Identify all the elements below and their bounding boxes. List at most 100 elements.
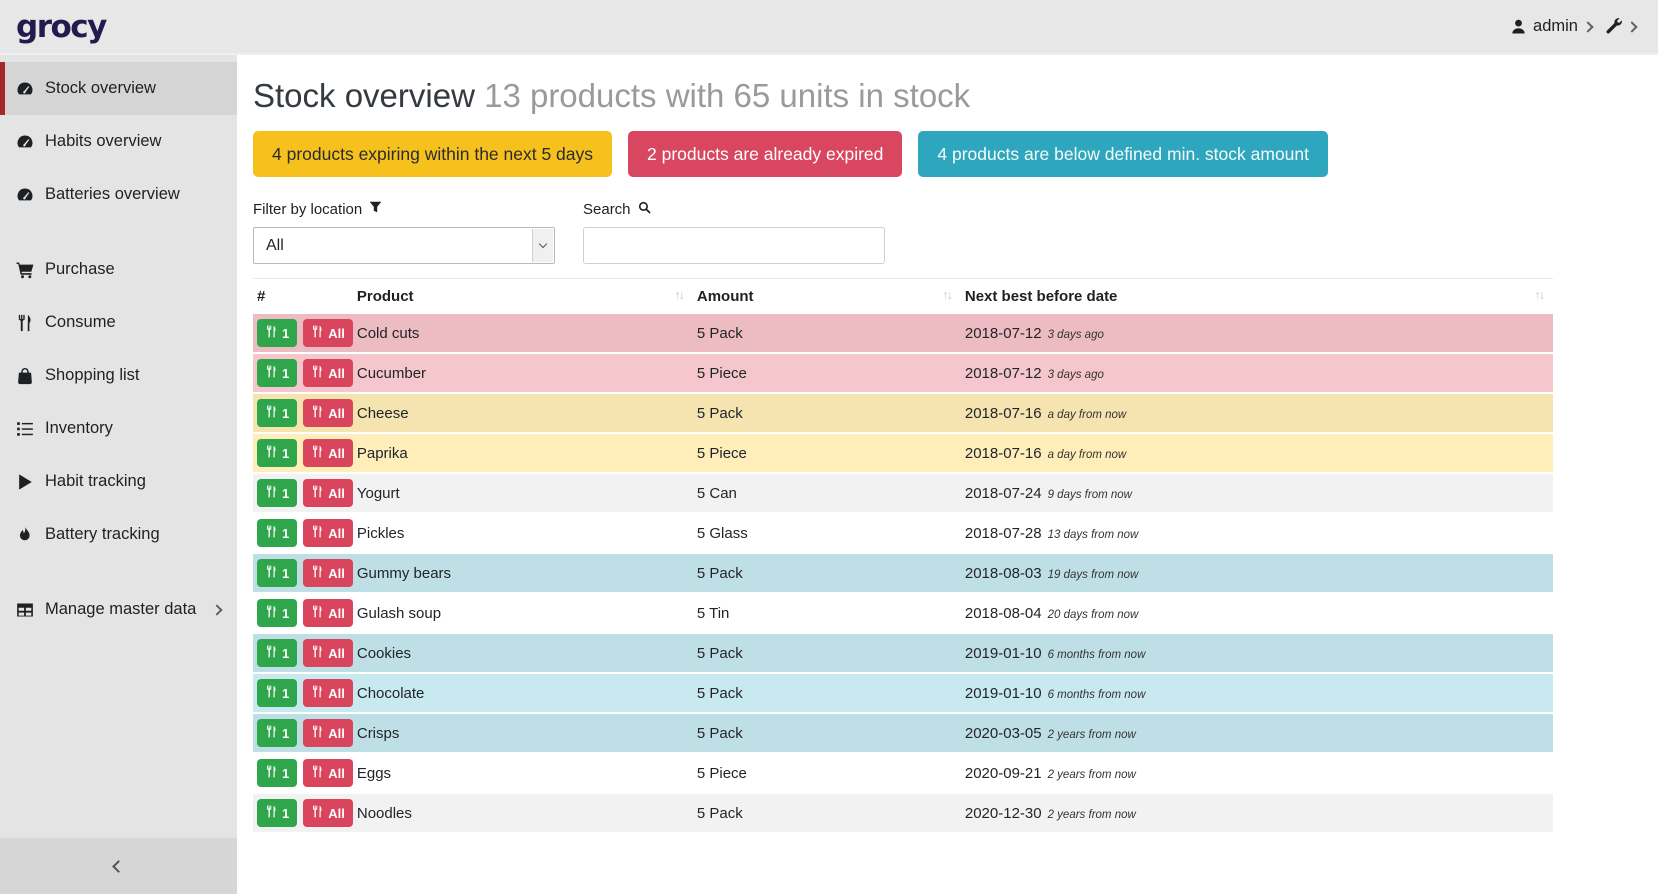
sidebar-group-gap bbox=[0, 221, 237, 243]
sidebar-item-label: Purchase bbox=[45, 260, 221, 279]
sort-icon[interactable]: ↑↓ bbox=[942, 288, 951, 302]
consume-one-button[interactable]: 1 bbox=[257, 439, 297, 467]
best-before-date: 2018-07-28 bbox=[965, 525, 1042, 542]
search-label: Search bbox=[583, 201, 885, 218]
best-before-cell: 2019-01-106 months from now bbox=[961, 633, 1553, 673]
best-before-cell: 2018-07-249 days from now bbox=[961, 473, 1553, 513]
cart-icon bbox=[16, 261, 35, 279]
consume-all-button[interactable]: All bbox=[303, 599, 353, 627]
alert-chip[interactable]: 4 products are below defined min. stock … bbox=[918, 131, 1328, 177]
consume-buttons-cell: 1 All bbox=[253, 633, 353, 673]
column-header-index[interactable]: # bbox=[253, 279, 353, 315]
sidebar-item-inventory[interactable]: Inventory bbox=[0, 402, 237, 455]
sort-icon[interactable]: ↑↓ bbox=[674, 288, 683, 302]
consume-one-button[interactable]: 1 bbox=[257, 599, 297, 627]
consume-all-button[interactable]: All bbox=[303, 799, 353, 827]
sidebar-item-purchase[interactable]: Purchase bbox=[0, 243, 237, 296]
search-input[interactable] bbox=[583, 227, 885, 264]
consume-all-button[interactable]: All bbox=[303, 519, 353, 547]
bag-icon bbox=[16, 367, 35, 385]
consume-all-button[interactable]: All bbox=[303, 719, 353, 747]
sidebar-item-consume[interactable]: Consume bbox=[0, 296, 237, 349]
best-before-relative: 3 days ago bbox=[1048, 329, 1104, 341]
user-name: admin bbox=[1533, 17, 1578, 36]
consume-all-button[interactable]: All bbox=[303, 359, 353, 387]
consume-all-button[interactable]: All bbox=[303, 439, 353, 467]
consume-all-button[interactable]: All bbox=[303, 679, 353, 707]
alert-chip[interactable]: 2 products are already expired bbox=[628, 131, 902, 177]
table-row-cheese: 1AllCheese5 Pack2018-07-16a day from now bbox=[253, 393, 1553, 433]
consume-all-button[interactable]: All bbox=[303, 319, 353, 347]
chevron-left-icon bbox=[112, 860, 125, 873]
product-cell: Paprika bbox=[353, 433, 693, 473]
column-header-best-before[interactable]: Next best before date↑↓ bbox=[961, 279, 1553, 315]
consume-one-button-label: 1 bbox=[282, 526, 289, 541]
consume-one-button-label: 1 bbox=[282, 806, 289, 821]
best-before-date: 2018-07-16 bbox=[965, 405, 1042, 422]
consume-one-button-label: 1 bbox=[282, 646, 289, 661]
consume-all-button[interactable]: All bbox=[303, 759, 353, 787]
best-before-cell: 2020-03-052 years from now bbox=[961, 713, 1553, 753]
sidebar-item-label: Habits overview bbox=[45, 132, 221, 151]
table-row-pickles: 1AllPickles5 Glass2018-07-2813 days from… bbox=[253, 513, 1553, 553]
consume-all-button-label: All bbox=[328, 726, 345, 741]
consume-all-button-label: All bbox=[328, 606, 345, 621]
consume-all-button-label: All bbox=[328, 686, 345, 701]
product-cell: Yogurt bbox=[353, 473, 693, 513]
best-before-date: 2018-08-04 bbox=[965, 605, 1042, 622]
utensils-icon bbox=[265, 765, 278, 781]
consume-one-button[interactable]: 1 bbox=[257, 399, 297, 427]
consume-all-button[interactable]: All bbox=[303, 639, 353, 667]
user-menu[interactable]: admin bbox=[1510, 17, 1592, 36]
sidebar-item-shopping-list[interactable]: Shopping list bbox=[0, 349, 237, 402]
sidebar-item-manage-master-data[interactable]: Manage master data bbox=[0, 583, 237, 636]
utensils-icon bbox=[311, 645, 324, 661]
consume-one-button[interactable]: 1 bbox=[257, 639, 297, 667]
consume-all-button-label: All bbox=[328, 326, 345, 341]
amount-cell: 5 Can bbox=[693, 473, 961, 513]
location-filter-select[interactable]: All bbox=[253, 227, 555, 264]
consume-all-button[interactable]: All bbox=[303, 559, 353, 587]
page-title: Stock overview 13 products with 65 units… bbox=[253, 77, 1553, 115]
consume-one-button[interactable]: 1 bbox=[257, 319, 297, 347]
tachometer-icon bbox=[16, 80, 35, 98]
alert-chip[interactable]: 4 products expiring within the next 5 da… bbox=[253, 131, 612, 177]
consume-one-button[interactable]: 1 bbox=[257, 719, 297, 747]
consume-all-button-label: All bbox=[328, 766, 345, 781]
amount-cell: 5 Piece bbox=[693, 753, 961, 793]
sidebar-item-label: Battery tracking bbox=[45, 525, 221, 544]
sidebar-item-habits-overview[interactable]: Habits overview bbox=[0, 115, 237, 168]
consume-one-button-label: 1 bbox=[282, 486, 289, 501]
column-header-amount[interactable]: Amount↑↓ bbox=[693, 279, 961, 315]
consume-one-button[interactable]: 1 bbox=[257, 519, 297, 547]
sidebar-item-batteries-overview[interactable]: Batteries overview bbox=[0, 168, 237, 221]
sidebar-item-stock-overview[interactable]: Stock overview bbox=[0, 62, 237, 115]
best-before-relative: 6 months from now bbox=[1048, 689, 1146, 701]
consume-one-button[interactable]: 1 bbox=[257, 759, 297, 787]
best-before-relative: 2 years from now bbox=[1048, 809, 1136, 821]
filter-funnel-icon bbox=[369, 201, 382, 218]
sidebar-item-battery-tracking[interactable]: Battery tracking bbox=[0, 508, 237, 561]
sidebar-collapse-button[interactable] bbox=[0, 838, 237, 894]
column-header-product[interactable]: Product↑↓ bbox=[353, 279, 693, 315]
settings-menu[interactable] bbox=[1605, 18, 1636, 35]
utensils-icon bbox=[311, 525, 324, 541]
utensils-icon bbox=[311, 325, 324, 341]
consume-one-button-label: 1 bbox=[282, 326, 289, 341]
consume-buttons-cell: 1 All bbox=[253, 713, 353, 753]
consume-all-button[interactable]: All bbox=[303, 399, 353, 427]
best-before-relative: 9 days from now bbox=[1048, 489, 1132, 501]
sidebar-item-habit-tracking[interactable]: Habit tracking bbox=[0, 455, 237, 508]
consume-one-button[interactable]: 1 bbox=[257, 679, 297, 707]
consume-all-button-label: All bbox=[328, 366, 345, 381]
consume-one-button[interactable]: 1 bbox=[257, 479, 297, 507]
consume-buttons-cell: 1 All bbox=[253, 353, 353, 393]
consume-one-button[interactable]: 1 bbox=[257, 799, 297, 827]
amount-cell: 5 Glass bbox=[693, 513, 961, 553]
consume-one-button[interactable]: 1 bbox=[257, 359, 297, 387]
consume-one-button[interactable]: 1 bbox=[257, 559, 297, 587]
utensils-icon bbox=[311, 605, 324, 621]
amount-cell: 5 Piece bbox=[693, 353, 961, 393]
consume-all-button[interactable]: All bbox=[303, 479, 353, 507]
sort-icon[interactable]: ↑↓ bbox=[1535, 288, 1544, 302]
